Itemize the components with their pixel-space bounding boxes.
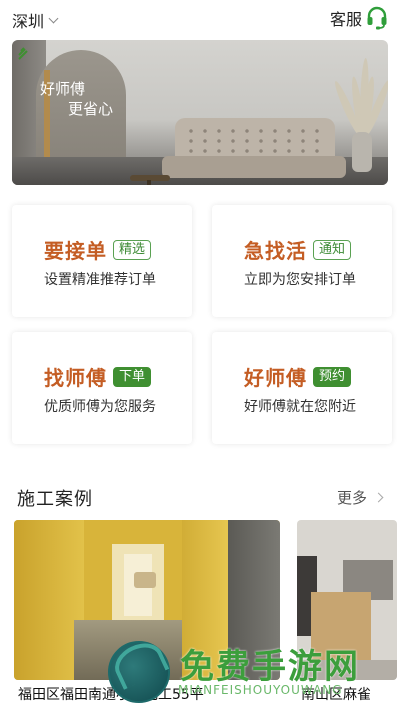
card-subtitle: 设置精准推荐订单: [44, 272, 156, 288]
card-title: 找师傅: [44, 366, 107, 390]
card-badge: 精选: [113, 239, 152, 260]
card-title: 好师傅: [244, 366, 307, 390]
card-title: 要接单: [44, 239, 107, 263]
card-find-work[interactable]: 急找活 通知 立即为您安排订单: [212, 205, 392, 317]
site-watermark: 免费手游网 MIANFEISHOUYOUWANG: [108, 636, 398, 711]
banner-vase: [352, 132, 372, 172]
watermark-text: 免费手游网: [180, 647, 360, 687]
city-label: 深圳: [12, 12, 45, 31]
city-selector[interactable]: 深圳: [12, 8, 59, 32]
more-cases-link[interactable]: 更多: [336, 487, 384, 508]
section-title-cases: 施工案例: [17, 489, 93, 510]
card-badge: 预约: [313, 366, 352, 387]
customer-service-label: 客服: [329, 10, 362, 29]
banner-table-leg: [147, 180, 151, 185]
banner-sofa-seat: [162, 156, 346, 178]
leaf-logo-icon: [18, 47, 28, 60]
more-label: 更多: [336, 489, 367, 507]
card-title: 急找活: [244, 239, 307, 263]
card-badge: 通知: [313, 239, 352, 260]
watermark-subtext: MIANFEISHOUYOUWANG: [178, 683, 343, 697]
promo-banner[interactable]: 好师傅 更省心: [12, 40, 388, 185]
card-good-master[interactable]: 好师傅 预约 好师傅就在您附近: [212, 332, 392, 444]
app-page: 深圳 客服 好师傅 更省心 要接单 精选 设置精准推荐订单 急找活 通知 立即为…: [0, 0, 400, 711]
card-subtitle: 好师傅就在您附近: [244, 399, 356, 415]
top-bar: 深圳 客服: [0, 0, 400, 36]
card-find-master[interactable]: 找师傅 下单 优质师傅为您服务: [12, 332, 192, 444]
banner-sofa-tufting: [184, 126, 326, 156]
card-subtitle: 立即为您安排订单: [244, 272, 356, 288]
banner-slogan-line1: 好师傅: [40, 80, 86, 98]
card-take-orders[interactable]: 要接单 精选 设置精准推荐订单: [12, 205, 192, 317]
banner-slogan-line2: 更省心: [68, 100, 114, 118]
card-subtitle: 优质师傅为您服务: [44, 399, 156, 415]
headset-icon: [367, 6, 387, 30]
banner-pampas-grass: [330, 44, 388, 138]
card-badge: 下单: [113, 366, 152, 387]
chevron-down-icon: [48, 13, 59, 23]
chevron-right-icon: [373, 492, 384, 503]
customer-service-button[interactable]: 客服: [330, 6, 388, 30]
